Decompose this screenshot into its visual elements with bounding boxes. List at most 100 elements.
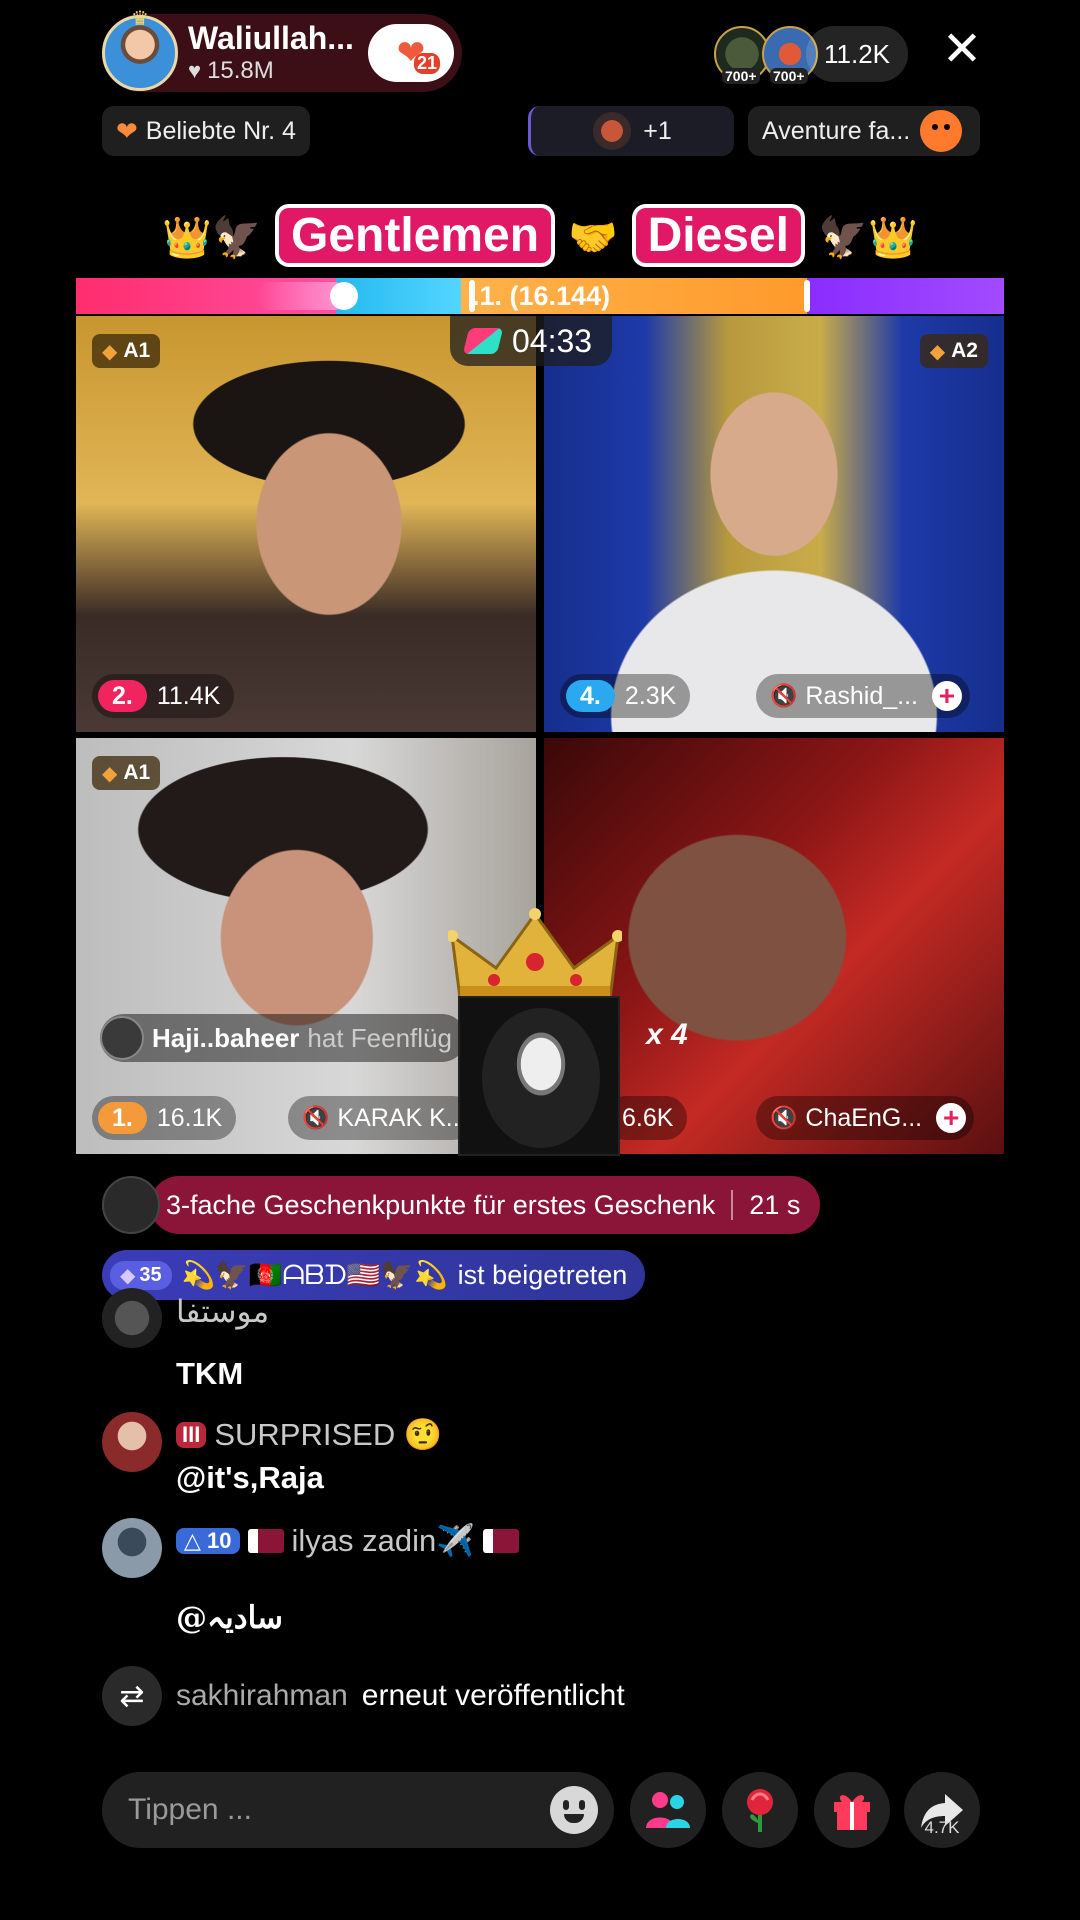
heart-icon: ♥ [188,58,202,83]
guest-name: Rashid_... [805,681,918,710]
score-value: 6.6K [622,1103,674,1132]
level-badge: △ 10 [176,1527,240,1554]
join-notification: ◆ 35 💫🦅🇦🇫ᗩᗷᗪ🇺🇸🦅💫 ist beigetreten [102,1250,646,1300]
eagle-crown-icon: 🦅👑 [818,216,918,260]
battle-score-bar: .1. (16.144) [76,278,1004,314]
host-info[interactable]: ♛ Waliullah... ♥ 15.8M ❤ 21 [102,8,462,92]
gift-button[interactable] [814,1772,890,1848]
score-label: .1. (16.144) [472,281,611,311]
score-value: 2.3K [624,681,677,710]
adventure-chip[interactable]: Aventure fa... [748,106,980,156]
chat-avatar[interactable] [102,1518,162,1578]
repost-notification: ⇄ sakhirahman erneut veröffentlicht [102,1666,625,1726]
timer-value: 04:33 [512,322,593,359]
rank-number: 1. [98,1102,147,1134]
host-avatar[interactable]: ♛ [102,8,178,91]
viewer-count[interactable]: 11.2K [806,26,909,82]
chat-text: TKM [176,1356,244,1391]
muted-icon: 🔇 [770,683,798,708]
follow-plus-icon[interactable]: + [936,1103,967,1133]
repost-username[interactable]: sakhirahman [176,1679,348,1713]
rank-pill: 4. 2.3K [560,674,691,718]
top-viewers[interactable]: 700+ 700+ [714,26,818,84]
co-host-button[interactable] [630,1772,706,1848]
repost-icon: ⇄ [102,1666,162,1726]
chat-message: موستفا TKM [102,1288,982,1391]
people-icon [646,1792,690,1828]
handshake-icon: 🤝 [568,216,619,260]
comment-input[interactable]: Tippen ... [102,1772,614,1848]
level-badge: ◆ A1 [92,334,161,368]
joined-text: ist beigetreten [457,1259,628,1290]
team-right-name: Diesel [631,204,805,267]
level-badge: ◆ A2 [919,334,988,368]
fan-club-button[interactable]: ❤ 21 [368,24,454,82]
chat-message: III SURPRISED 🤨 @it's,Raja [102,1412,982,1512]
top-gifter-crown[interactable] [448,906,622,1156]
gift-icon [834,1795,870,1830]
chat-text: @it's,Raja [176,1460,324,1495]
guest-chip[interactable]: +1 [528,106,734,156]
guest-count: +1 [643,116,672,145]
guest-tile-2[interactable]: ◆ A2 4. 2.3K 🔇 Rashid_... + [544,316,1004,732]
crown-icon: ♛ [131,8,149,30]
rank-pill: 2. 11.4K [92,674,235,718]
popularity-rank-chip[interactable]: ❤ Beliebte Nr. 4 [102,106,310,156]
gift-promo-banner[interactable]: 3-fache Geschenkpunkte für erstes Gesche… [102,1176,821,1234]
chat-username[interactable]: موستفا [176,1294,269,1330]
diamond-icon: ◆ [120,1264,136,1287]
muted-icon: 🔇 [770,1105,798,1130]
rank-number: 4. [566,680,615,712]
level-badge: ◆ A1 [92,756,161,790]
adventure-label: Aventure fa... [762,116,911,145]
rank-pill: 1. 16.1K [92,1096,237,1140]
rose-icon [747,1789,773,1832]
streak-icon [256,282,358,310]
promo-avatar [102,1176,160,1234]
top-gifter-avatar [458,996,620,1156]
gift-sender-name: Haji..baheer [152,1022,300,1053]
fan-club-count: 21 [413,53,440,74]
guest-name-pill[interactable]: 🔇 ChaEnG... + [756,1096,975,1140]
guest-name: ChaEnG... [805,1103,923,1132]
rose-gift-button[interactable] [722,1772,798,1848]
user-level-badge: ◆ 35 [110,1260,172,1290]
battle-icon [462,328,504,354]
emoji-icon[interactable] [550,1786,598,1834]
comment-placeholder: Tippen ... [128,1793,252,1826]
joined-user-name: 💫🦅🇦🇫ᗩᗷᗪ🇺🇸🦅💫 [181,1259,448,1290]
score-segment-purple [807,278,1004,314]
score-divider [804,280,810,312]
share-button[interactable]: 4.7K [904,1772,980,1848]
chat-username[interactable]: △ 10 ilyas zadin✈️ [176,1522,519,1559]
host-name: Waliullah... [188,20,354,56]
close-icon[interactable]: ✕ [940,26,984,74]
chat-username[interactable]: III SURPRISED 🤨 [176,1416,442,1453]
score-value: 11.4K [156,681,221,710]
score-segment-pink [76,278,358,314]
diamond-icon: ◆ [102,762,118,785]
monster-icon [920,110,963,152]
guest-tile-1[interactable]: ◆ A1 2. 11.4K [76,316,536,732]
promo-countdown: 21 s [749,1189,801,1220]
chat-avatar[interactable] [102,1288,162,1348]
fan-badge: III [176,1421,207,1448]
chat-message: △ 10 ilyas zadin✈️ @سادیہ [102,1518,982,1638]
guest-name-pill[interactable]: 🔇 Rashid_... + [756,674,970,718]
heart-icon: ❤ [116,115,138,146]
gift-text: hat Feenflüg [307,1022,452,1053]
promo-text: 3-fache Geschenkpunkte für erstes Gesche… [166,1189,716,1220]
chat-text: @سادیہ [176,1600,284,1636]
share-count: 4.7K [924,1818,960,1837]
score-value: 16.1K [156,1103,223,1132]
gift-sender-avatar [100,1016,144,1060]
popularity-rank-label: Beliebte Nr. 4 [145,116,296,145]
crown-icon [448,908,622,1002]
promo-divider [731,1190,734,1220]
follow-plus-icon[interactable]: + [931,681,962,711]
battle-title: 👑🦅 Gentlemen 🤝 Diesel 🦅👑 [0,204,1080,267]
guest-name-pill[interactable]: 🔇 KARAK K... [288,1096,475,1140]
rank-number: 2. [98,680,147,712]
chat-avatar[interactable] [102,1412,162,1472]
guest-avatar [593,112,632,150]
